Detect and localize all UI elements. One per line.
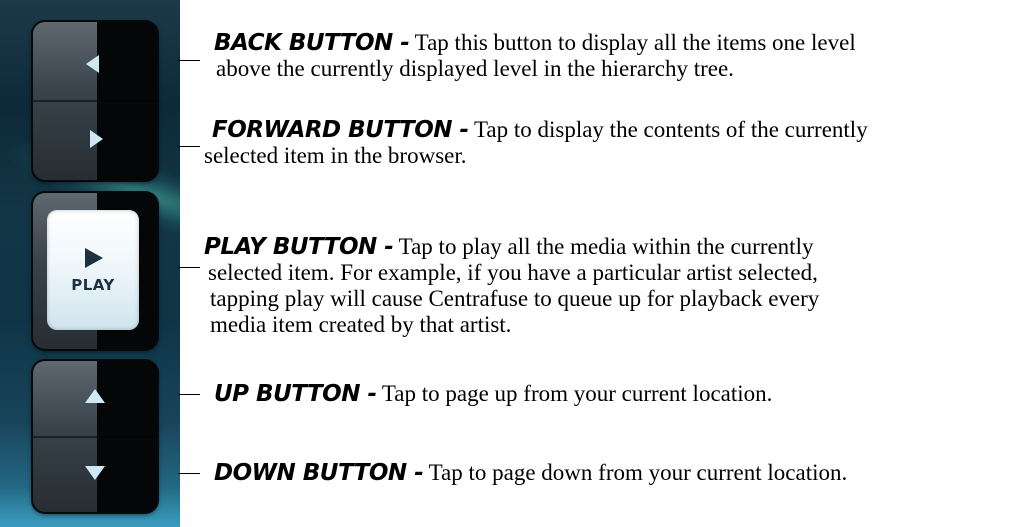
down-button-text-line-1: Tap to page down from your current locat… [423,460,848,485]
back-leader-line [178,60,200,61]
up-button-term: UP BUTTON - [214,381,377,407]
play-button[interactable]: PLAY [47,210,139,330]
play-button-description: PLAY BUTTON - Tap to play all the media … [204,234,819,338]
down-button-description: DOWN BUTTON - Tap to page down from your… [214,460,847,486]
up-arrow-icon[interactable] [85,389,105,403]
forward-button-description: FORWARD BUTTON - Tap to display the cont… [204,117,868,169]
navigation-button-group [33,22,157,180]
play-icon [85,248,103,268]
down-arrow-icon[interactable] [85,466,105,480]
play-leader-line [178,267,200,268]
play-button-text-line-4: media item created by that artist. [210,312,512,337]
forward-button-text-line-1: Tap to display the contents of the curre… [468,117,868,142]
paging-button-group [33,361,157,512]
back-button-text-line-1: Tap this button to display all the items… [409,30,856,55]
text-line: FORWARD BUTTON - Tap to display the cont… [212,117,868,143]
play-button-term: PLAY BUTTON - [204,234,394,260]
text-line: PLAY BUTTON - Tap to play all the media … [204,234,819,260]
forward-leader-line [178,146,200,147]
play-button-label: PLAY [71,276,115,294]
control-strip: PLAY [0,0,180,527]
play-button-text-line-2: selected item. For example, if you have … [208,260,818,285]
forward-arrow-icon[interactable] [90,130,103,148]
up-button-description: UP BUTTON - Tap to page up from your cur… [214,381,772,407]
back-button-description: BACK BUTTON - Tap this button to display… [214,30,856,82]
up-leader-line [178,394,200,395]
back-button-term: BACK BUTTON - [214,30,410,56]
back-button-text-line-2: above the currently displayed level in t… [216,56,734,81]
manual-page: PLAY BACK BUTTON - Tap this button to di… [0,0,1009,527]
forward-button-term: FORWARD BUTTON - [212,117,469,143]
up-button-text-line-1: Tap to page up from your current locatio… [376,381,773,406]
text-line: UP BUTTON - Tap to page up from your cur… [214,381,772,407]
text-line: DOWN BUTTON - Tap to page down from your… [214,460,847,486]
button-divider [33,436,157,438]
play-button-text-line-1: Tap to play all the media within the cur… [393,234,814,259]
button-divider [33,100,157,102]
down-leader-line [178,473,200,474]
play-button-text-line-3: tapping play will cause Centrafuse to qu… [210,286,820,311]
text-line: BACK BUTTON - Tap this button to display… [214,30,856,56]
back-arrow-icon[interactable] [86,55,99,73]
forward-button-text-line-2: selected item in the browser. [204,143,467,168]
down-button-term: DOWN BUTTON - [214,460,424,486]
